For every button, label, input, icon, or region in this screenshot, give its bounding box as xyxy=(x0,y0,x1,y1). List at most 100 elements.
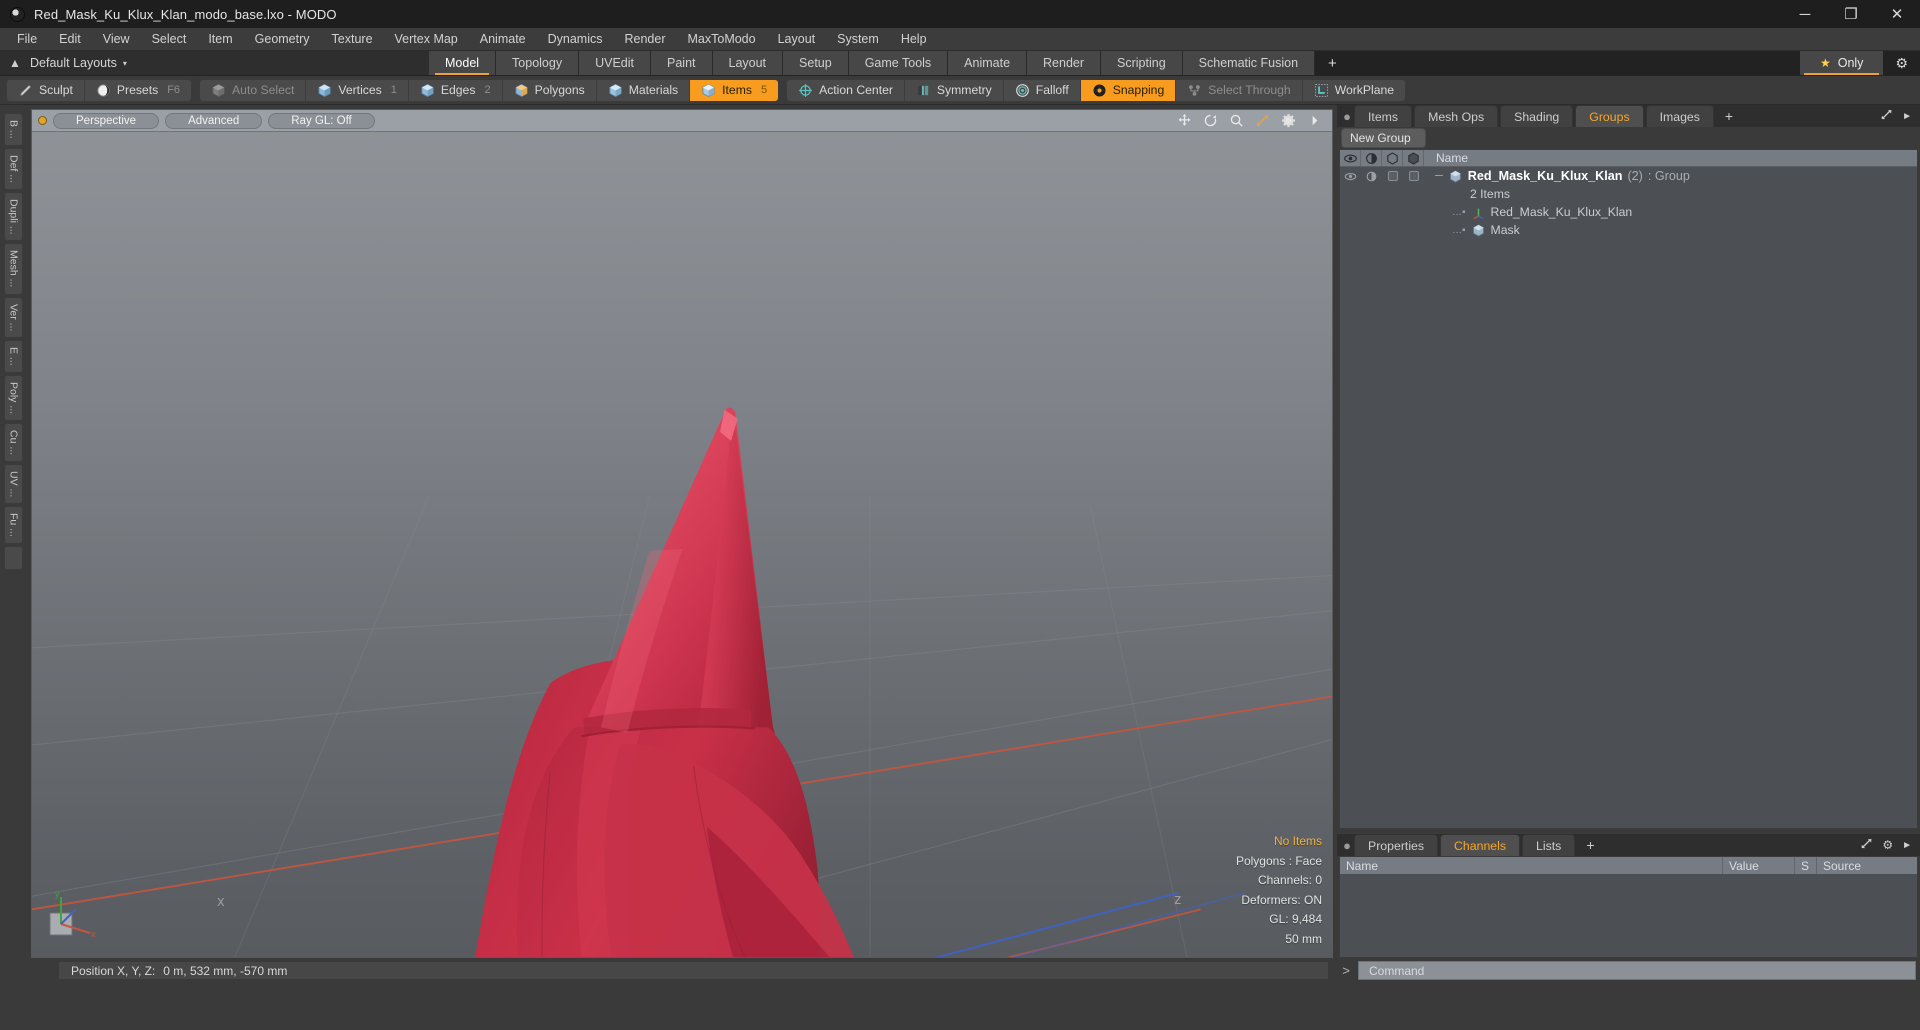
vertical-tab-4[interactable]: Ver ... xyxy=(4,296,23,339)
vertical-tab-7[interactable]: Cu ... xyxy=(4,422,23,462)
panel-menu-dot-icon[interactable]: ● xyxy=(1340,834,1354,856)
menu-item-vertex-map[interactable]: Vertex Map xyxy=(384,29,469,49)
menu-item-edit[interactable]: Edit xyxy=(48,29,92,49)
child-row-mesh[interactable]: …▪ Mask xyxy=(1424,223,1520,238)
render-icon[interactable] xyxy=(1361,150,1382,166)
chevron-right-icon[interactable]: ► xyxy=(1902,111,1912,122)
menu-item-select[interactable]: Select xyxy=(141,29,198,49)
toolbar-button-snapping[interactable]: Snapping xyxy=(1080,79,1177,101)
panel-tab-images[interactable]: Images xyxy=(1645,105,1714,127)
fit-icon[interactable] xyxy=(1255,113,1270,128)
toolbar-button-edges[interactable]: Edges 2 xyxy=(408,79,503,101)
toolbar-button-vertices[interactable]: Vertices 1 xyxy=(306,79,409,101)
table-row[interactable]: ─ Red_Mask_Ku_Klux_Klan (2) : Group xyxy=(1340,167,1917,185)
menu-item-maxtomodo[interactable]: MaxToModo xyxy=(677,29,767,49)
minimize-button[interactable]: ─ xyxy=(1782,0,1828,28)
vertical-tab-1[interactable]: Def ... xyxy=(4,147,23,190)
menu-item-dynamics[interactable]: Dynamics xyxy=(537,29,614,49)
layout-tab-animate[interactable]: Animate xyxy=(948,51,1028,75)
tree-expander-icon[interactable]: ─ xyxy=(1435,170,1443,182)
panel-tab-channels[interactable]: Channels xyxy=(1440,834,1521,856)
vertical-tab-0[interactable]: B ... xyxy=(4,113,23,146)
vertical-tab-6[interactable]: Poly ... xyxy=(4,374,23,421)
vertical-tab-8[interactable]: UV ... xyxy=(4,464,23,505)
layout-tab-schematic-fusion[interactable]: Schematic Fusion xyxy=(1182,51,1316,75)
groups-tree[interactable]: Name ─ Red_Mask_Ku_Klux_Klan (2): Group… xyxy=(1339,149,1918,829)
panel-tab-mesh-ops[interactable]: Mesh Ops xyxy=(1414,105,1499,127)
menu-item-system[interactable]: System xyxy=(826,29,890,49)
layout-tab-scripting[interactable]: Scripting xyxy=(1101,51,1183,75)
menu-item-file[interactable]: File xyxy=(6,29,48,49)
toolbar-button-items[interactable]: Items 5 xyxy=(690,79,779,101)
toolbar-button-symmetry[interactable]: Symmetry xyxy=(904,79,1004,101)
menu-item-texture[interactable]: Texture xyxy=(321,29,384,49)
viewport-projection-dropdown[interactable]: Perspective xyxy=(53,112,160,129)
gear-icon[interactable]: ⚙ xyxy=(1882,838,1893,852)
gear-icon[interactable]: ⚙ xyxy=(1883,51,1920,75)
expand-icon[interactable] xyxy=(1860,837,1873,853)
vertical-tab-2[interactable]: Dupli ... xyxy=(4,191,23,242)
layout-tab-game-tools[interactable]: Game Tools xyxy=(848,51,949,75)
menu-item-item[interactable]: Item xyxy=(197,29,243,49)
panel-tab-properties[interactable]: Properties xyxy=(1354,834,1439,856)
only-toggle-button[interactable]: ★ Only xyxy=(1799,51,1884,75)
panel-tab-groups[interactable]: Groups xyxy=(1575,105,1644,127)
command-input[interactable]: Command xyxy=(1358,961,1916,980)
eye-icon[interactable] xyxy=(1340,150,1361,166)
layout-tab-uvedit[interactable]: UVEdit xyxy=(579,51,651,75)
viewport-raygl-dropdown[interactable]: Ray GL: Off xyxy=(268,112,375,129)
toolbar-button-falloff[interactable]: Falloff xyxy=(1003,79,1081,101)
row-shade-checkbox[interactable] xyxy=(1382,167,1403,185)
panel-tab-items[interactable]: Items xyxy=(1354,105,1413,127)
menu-item-render[interactable]: Render xyxy=(614,29,677,49)
new-group-button[interactable]: New Group xyxy=(1341,128,1426,148)
viewport-3d[interactable]: Perspective Advanced Ray GL: Off x z y x… xyxy=(31,109,1333,958)
rotate-icon[interactable] xyxy=(1203,113,1218,128)
panel-tab-shading[interactable]: Shading xyxy=(1500,105,1574,127)
home-icon[interactable]: ▲ xyxy=(6,56,24,70)
add-layout-tab-button[interactable]: + xyxy=(1315,51,1350,75)
toolbar-button-select-through[interactable]: Select Through xyxy=(1176,79,1303,101)
close-button[interactable]: ✕ xyxy=(1874,0,1920,28)
group-row-name[interactable]: ─ Red_Mask_Ku_Klux_Klan (2) : Group xyxy=(1424,169,1690,184)
layout-tab-topology[interactable]: Topology xyxy=(496,51,580,75)
table-row[interactable]: …▪ Red_Mask_Ku_Klux_Klan xyxy=(1340,203,1917,221)
maximize-button[interactable]: ❐ xyxy=(1828,0,1874,28)
layout-tab-setup[interactable]: Setup xyxy=(783,51,849,75)
menu-item-view[interactable]: View xyxy=(92,29,141,49)
channels-table[interactable]: Name Value S Source xyxy=(1339,856,1918,958)
menu-item-geometry[interactable]: Geometry xyxy=(244,29,321,49)
default-layouts-dropdown[interactable]: Default Layouts ▾ xyxy=(30,56,127,70)
vertical-tab-5[interactable]: E ... xyxy=(4,340,23,373)
add-panel-tab-button[interactable]: + xyxy=(1716,105,1742,127)
chevron-right-icon[interactable]: ► xyxy=(1902,840,1912,851)
layout-tab-paint[interactable]: Paint xyxy=(651,51,713,75)
child-row-locator[interactable]: …▪ Red_Mask_Ku_Klux_Klan xyxy=(1424,205,1632,220)
add-bottom-tab-button[interactable]: + xyxy=(1577,834,1603,856)
layout-tab-layout[interactable]: Layout xyxy=(712,51,784,75)
toolbar-button-action-center[interactable]: Action Center xyxy=(787,79,905,101)
expand-icon[interactable] xyxy=(1880,108,1893,124)
toolbar-button-auto-select[interactable]: Auto Select xyxy=(200,79,307,101)
panel-menu-dot-icon[interactable]: ● xyxy=(1340,105,1354,127)
gear-icon[interactable] xyxy=(1281,113,1296,128)
move-icon[interactable] xyxy=(1177,113,1192,128)
zoom-icon[interactable] xyxy=(1229,113,1244,128)
layout-tab-model[interactable]: Model xyxy=(429,51,497,75)
vertical-tab-3[interactable]: Mesh ... xyxy=(4,243,23,295)
viewport-menu-dot-icon[interactable] xyxy=(38,116,47,125)
table-row[interactable]: …▪ Mask xyxy=(1340,221,1917,239)
vertical-tab-extra[interactable] xyxy=(4,546,23,571)
menu-item-layout[interactable]: Layout xyxy=(767,29,827,49)
panel-tab-lists[interactable]: Lists xyxy=(1522,834,1576,856)
shade-icon[interactable] xyxy=(1382,150,1403,166)
chevron-right-icon[interactable] xyxy=(1307,113,1322,128)
row-eye-icon[interactable] xyxy=(1340,167,1361,185)
row-ghost-checkbox[interactable] xyxy=(1403,167,1424,185)
toolbar-button-workplane[interactable]: WorkPlane xyxy=(1302,79,1406,101)
viewport-shading-dropdown[interactable]: Advanced xyxy=(165,112,263,129)
menu-item-help[interactable]: Help xyxy=(890,29,938,49)
toolbar-button-materials[interactable]: Materials xyxy=(596,79,691,101)
toolbar-button-polygons[interactable]: Polygons xyxy=(502,79,597,101)
vertical-tab-9[interactable]: Fu ... xyxy=(4,506,23,545)
